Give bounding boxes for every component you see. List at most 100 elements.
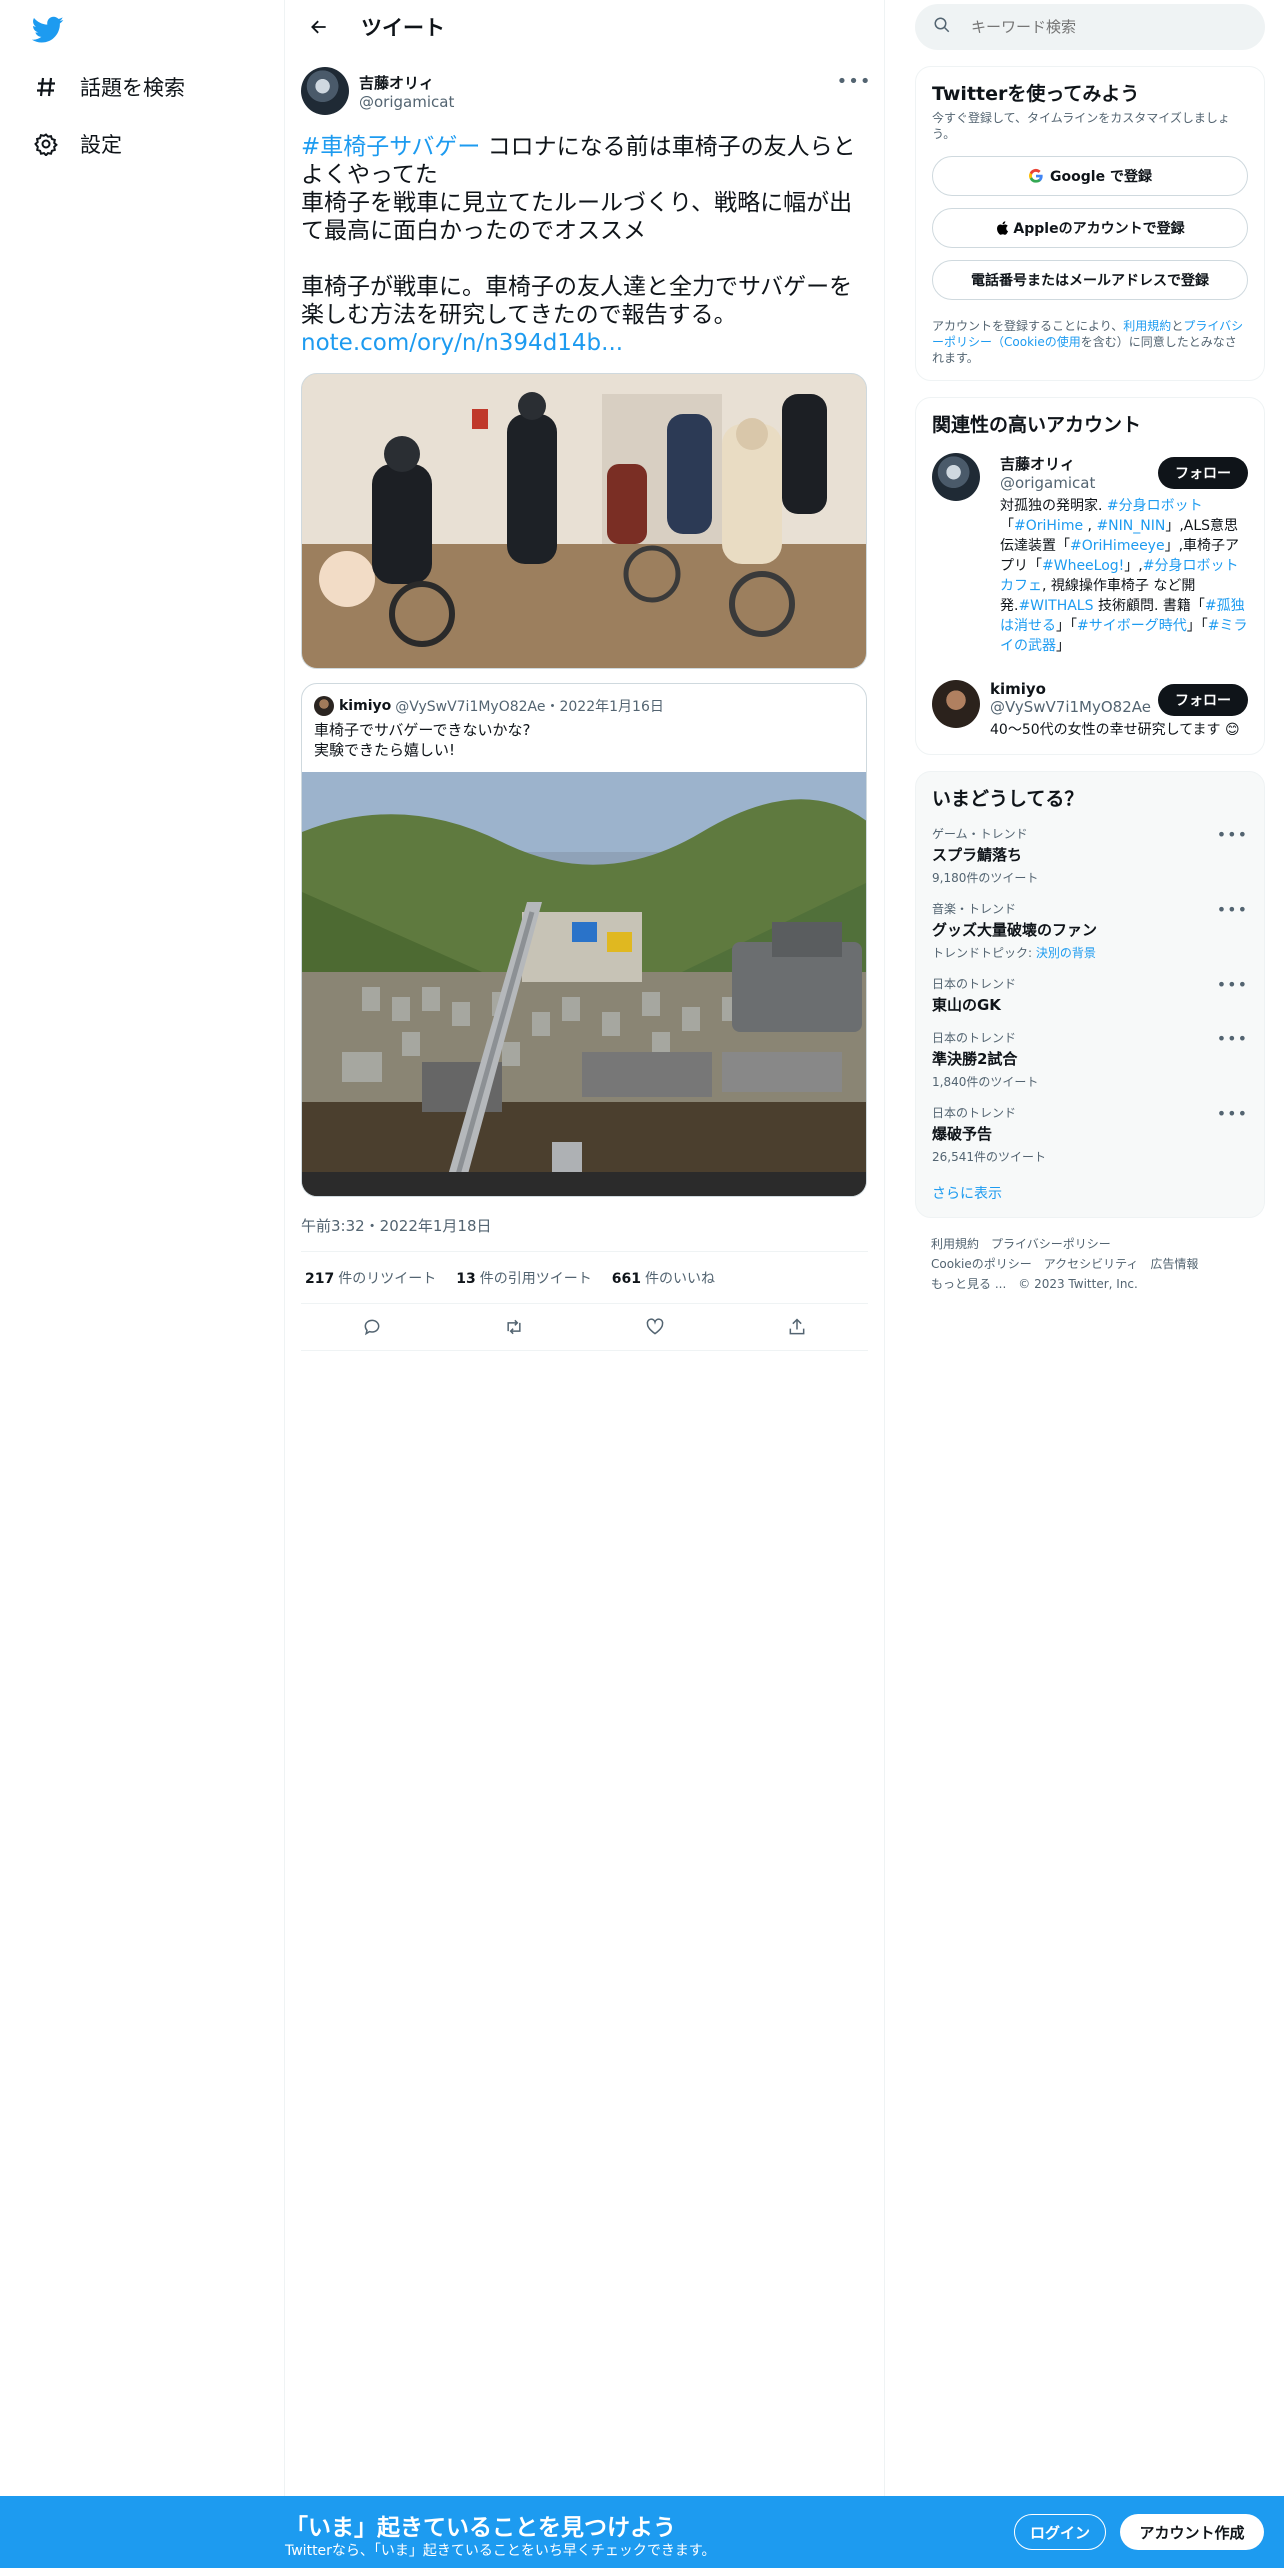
trend-item[interactable]: 日本のトレンド 東山のGK ••• bbox=[932, 975, 1248, 1015]
login-button[interactable]: ログイン bbox=[1014, 2514, 1106, 2550]
reply-icon[interactable] bbox=[352, 1307, 392, 1347]
acct1-bio: 対孤独の発明家. #分身ロボット「#OriHime , #NIN_NIN」,AL… bbox=[1000, 498, 1248, 654]
trend-category: 日本のトレンド bbox=[932, 977, 1017, 991]
retweets-stat[interactable]: 217 件のリツイート bbox=[305, 1268, 436, 1288]
trend-item[interactable]: 日本のトレンド 爆破予告 26,541件のツイート ••• bbox=[932, 1104, 1248, 1165]
related-accounts-card: 関連性の高いアカウント 吉藤オリィ @origamicat 対孤独の発明家. #… bbox=[915, 397, 1265, 755]
trend-name: 準決勝2試合 bbox=[932, 1050, 1018, 1068]
quoted-tweet[interactable]: kimiyo @VySwV7i1MyO82Ae・2022年1月16日 車椅子でサ… bbox=[301, 683, 867, 1197]
acct2-bio: 40〜50代の女性の幸せ研究してます 😊 bbox=[990, 722, 1240, 738]
more-icon[interactable]: ••• bbox=[1217, 900, 1248, 919]
retweets-label: 件のリツイート bbox=[338, 1270, 437, 1287]
bio-hashtag[interactable]: #サイボーグ時代 bbox=[1077, 618, 1187, 634]
footer-links: 利用規約 プライバシーポリシー Cookieのポリシー アクセシビリティ 広告情報 も… bbox=[915, 1234, 1265, 1294]
page-title: ツイート bbox=[361, 16, 445, 40]
trend-category: 音楽・トレンド bbox=[932, 902, 1017, 916]
more-icon[interactable]: ••• bbox=[1217, 825, 1248, 844]
trend-name: 爆破予告 bbox=[932, 1125, 993, 1143]
author-handle[interactable]: @origamicat bbox=[359, 93, 454, 111]
bottom-bar-subtitle: Twitterなら、「いま」起きていることをいち早くチェックできます。 bbox=[285, 2543, 716, 2559]
tweet-text-line3: 車椅子が戦車に。車椅子の友人達と全力でサバゲーを楽しむ方法を研究してきたので報告… bbox=[301, 274, 853, 328]
follow-button[interactable]: フォロー bbox=[1158, 684, 1248, 716]
trend-topic-link[interactable]: 決別の背景 bbox=[1036, 946, 1096, 960]
more-icon[interactable]: ••• bbox=[1217, 1029, 1248, 1048]
tweet: 吉藤オリィ @origamicat ••• #車椅子サバゲー コロナになる前は車… bbox=[285, 63, 884, 1351]
footer-more-link[interactable]: もっと見る ... bbox=[931, 1277, 1006, 1291]
more-icon[interactable]: ••• bbox=[837, 71, 871, 92]
bio-hashtag[interactable]: #OriHime bbox=[1014, 518, 1083, 534]
trend-count: トレンドトピック: 決別の背景 bbox=[932, 946, 1096, 960]
twitter-bird-icon[interactable] bbox=[31, 16, 64, 44]
footer-cookie-link[interactable]: Cookieのポリシー bbox=[931, 1257, 1032, 1271]
trend-name: グッズ大量破壊のファン bbox=[932, 921, 1098, 939]
terms-mid: と bbox=[1171, 319, 1184, 333]
tweet-stats: 217 件のリツイート 13 件の引用ツイート 661 件のいいね bbox=[301, 1251, 868, 1303]
bottom-signup-bar: 「いま」起きていることを見つけよう Twitterなら、「いま」起きていることを… bbox=[0, 2496, 1284, 2568]
bottom-bar-title: 「いま」起きていることを見つけよう bbox=[285, 2515, 676, 2541]
nav-explore[interactable]: 話題を検索 bbox=[32, 67, 185, 107]
tweet-text-line2: 車椅子を戦車に見立てたルールづくり、戦略に幅が出て最高に面白かったのでオススメ bbox=[301, 190, 853, 244]
footer-privacy-link[interactable]: プライバシーポリシー bbox=[991, 1237, 1111, 1251]
bio-hashtag[interactable]: #OriHimeeye bbox=[1070, 538, 1165, 554]
avatar[interactable] bbox=[301, 67, 349, 115]
back-arrow-icon[interactable] bbox=[301, 9, 337, 45]
trend-item[interactable]: ゲーム・トレンド スプラ鯖落ち 9,180件のツイート ••• bbox=[932, 825, 1248, 886]
bio-hashtag[interactable]: #WheeLog! bbox=[1042, 558, 1124, 574]
related-account-1[interactable]: 吉藤オリィ @origamicat 対孤独の発明家. #分身ロボット「#OriH… bbox=[932, 453, 1248, 656]
phone-email-signup-label: 電話番号またはメールアドレスで登録 bbox=[971, 273, 1209, 289]
tweet-author: 吉藤オリィ @origamicat ••• bbox=[301, 63, 871, 119]
follow-button[interactable]: フォロー bbox=[1158, 457, 1248, 489]
search-box[interactable] bbox=[915, 4, 1265, 50]
tweet-actions bbox=[301, 1303, 868, 1351]
quote-text-line1: 車椅子でサバゲーできないかな? bbox=[314, 721, 531, 739]
show-more-link[interactable]: さらに表示 bbox=[932, 1183, 1248, 1203]
footer-accessibility-link[interactable]: アクセシビリティ bbox=[1044, 1257, 1139, 1271]
more-icon[interactable]: ••• bbox=[1217, 975, 1248, 994]
retweet-icon[interactable] bbox=[494, 1307, 534, 1347]
related-account-2[interactable]: kimiyo @VySwV7i1MyO82Ae 40〜50代の女性の幸せ研究して… bbox=[932, 680, 1248, 740]
signup-title: Twitterを使ってみよう bbox=[932, 83, 1140, 105]
avatar[interactable] bbox=[932, 680, 980, 728]
trend-item[interactable]: 音楽・トレンド グッズ大量破壊のファン トレンドトピック: 決別の背景 ••• bbox=[932, 900, 1248, 961]
phone-email-signup-button[interactable]: 電話番号またはメールアドレスで登録 bbox=[932, 260, 1248, 300]
author-name[interactable]: 吉藤オリィ bbox=[359, 72, 454, 93]
likes-stat[interactable]: 661 件のいいね bbox=[612, 1268, 715, 1288]
quotes-stat[interactable]: 13 件の引用ツイート bbox=[456, 1268, 591, 1288]
tweet-link[interactable]: note.com/ory/n/n394d14b... bbox=[301, 330, 623, 356]
create-account-button[interactable]: アカウント作成 bbox=[1120, 2514, 1264, 2550]
terms-link[interactable]: 利用規約 bbox=[1123, 319, 1171, 333]
main-column: ツイート 吉藤オリィ @origamicat ••• #車椅子サバゲー コロナに… bbox=[285, 0, 885, 2496]
google-signup-label: Google で登録 bbox=[1050, 169, 1152, 185]
quote-photo[interactable] bbox=[302, 772, 866, 1196]
bio-hashtag[interactable]: #WITHALS bbox=[1018, 598, 1093, 614]
bio-hashtag[interactable]: #NIN_NIN bbox=[1096, 518, 1165, 534]
quote-author-name: kimiyo bbox=[339, 698, 392, 714]
right-sidebar: Twitterを使ってみよう 今すぐ登録して、タイムラインをカスタマイズしましょ… bbox=[915, 0, 1265, 1294]
signup-card: Twitterを使ってみよう 今すぐ登録して、タイムラインをカスタマイズしましょ… bbox=[915, 66, 1265, 381]
google-signup-button[interactable]: Google で登録 bbox=[932, 156, 1248, 196]
quote-text-line2: 実験できたら嬉しい! bbox=[314, 741, 456, 759]
related-title: 関連性の高いアカウント bbox=[932, 414, 1142, 436]
google-icon bbox=[1028, 168, 1044, 184]
footer-ads-link[interactable]: 広告情報 bbox=[1150, 1257, 1198, 1271]
more-icon[interactable]: ••• bbox=[1217, 1104, 1248, 1123]
nav-settings[interactable]: 設定 bbox=[32, 124, 122, 164]
avatar[interactable] bbox=[932, 453, 980, 501]
tweet-timestamp[interactable]: 午前3:32・2022年1月18日 bbox=[301, 1215, 868, 1235]
tweet-photo[interactable] bbox=[301, 373, 867, 669]
apple-signup-button[interactable]: Appleのアカウントで登録 bbox=[932, 208, 1248, 248]
tweet-text: #車椅子サバゲー コロナになる前は車椅子の友人らとよくやってた 車椅子を戦車に見… bbox=[301, 133, 868, 357]
bio-hashtag[interactable]: #分身ロボット bbox=[1102, 498, 1203, 514]
trend-item[interactable]: 日本のトレンド 準決勝2試合 1,840件のツイート ••• bbox=[932, 1029, 1248, 1090]
footer-terms-link[interactable]: 利用規約 bbox=[931, 1237, 979, 1251]
trend-category: ゲーム・トレンド bbox=[932, 827, 1028, 841]
trend-count: 26,541件のツイート bbox=[932, 1150, 1046, 1164]
share-icon[interactable] bbox=[777, 1307, 817, 1347]
tweet-header: ツイート bbox=[285, 0, 884, 54]
search-input[interactable] bbox=[971, 18, 1231, 36]
hashtag-link[interactable]: #車椅子サバゲー bbox=[301, 134, 480, 160]
signup-subtitle: 今すぐ登録して、タイムラインをカスタマイズしましょう。 bbox=[932, 111, 1230, 141]
gear-icon bbox=[32, 130, 60, 158]
like-icon[interactable] bbox=[635, 1307, 675, 1347]
quotes-count: 13 bbox=[456, 1270, 476, 1287]
